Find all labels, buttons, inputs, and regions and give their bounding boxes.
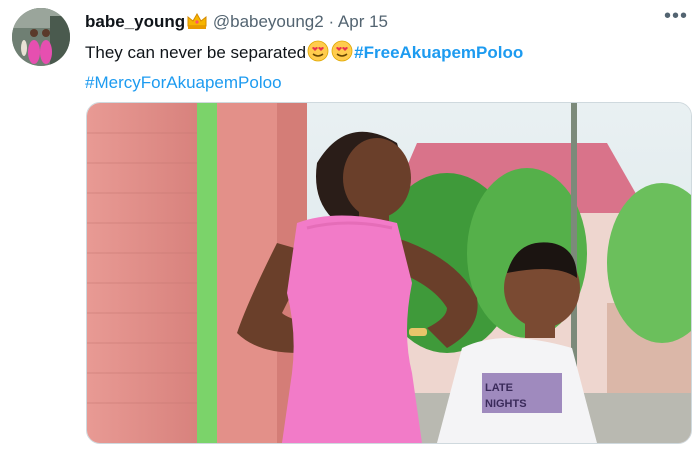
tweet-header: babe_young @babeyoung2 · Apr 15 [85, 10, 388, 37]
hashtag-link[interactable]: #MercyForAkuapemPoloo [85, 73, 282, 92]
tweet-card[interactable]: babe_young @babeyoung2 · Apr 15 ••• They… [0, 0, 700, 450]
photo-icon: LATE NIGHTS [87, 103, 691, 443]
tweet-text: They can never be separated #FreeAkuapemP… [85, 40, 685, 96]
svg-text:NIGHTS: NIGHTS [485, 398, 527, 410]
display-name[interactable]: babe_young [85, 12, 185, 31]
separator: · [328, 12, 335, 31]
crown-emoji-icon [186, 12, 208, 37]
avatar[interactable] [12, 8, 70, 66]
heart-eyes-emoji-icon [307, 40, 329, 70]
tweet-photo[interactable]: LATE NIGHTS [86, 102, 692, 444]
tweet-text-line1: They can never be separated [85, 43, 307, 62]
more-options-icon[interactable]: ••• [662, 6, 690, 34]
heart-eyes-emoji-icon [331, 40, 353, 70]
svg-text:LATE: LATE [485, 382, 513, 394]
user-handle[interactable]: @babeyoung2 [213, 12, 324, 31]
hashtag-link[interactable]: #FreeAkuapemPoloo [354, 43, 523, 62]
avatar-image [12, 8, 70, 66]
tweet-date[interactable]: Apr 15 [338, 12, 388, 31]
